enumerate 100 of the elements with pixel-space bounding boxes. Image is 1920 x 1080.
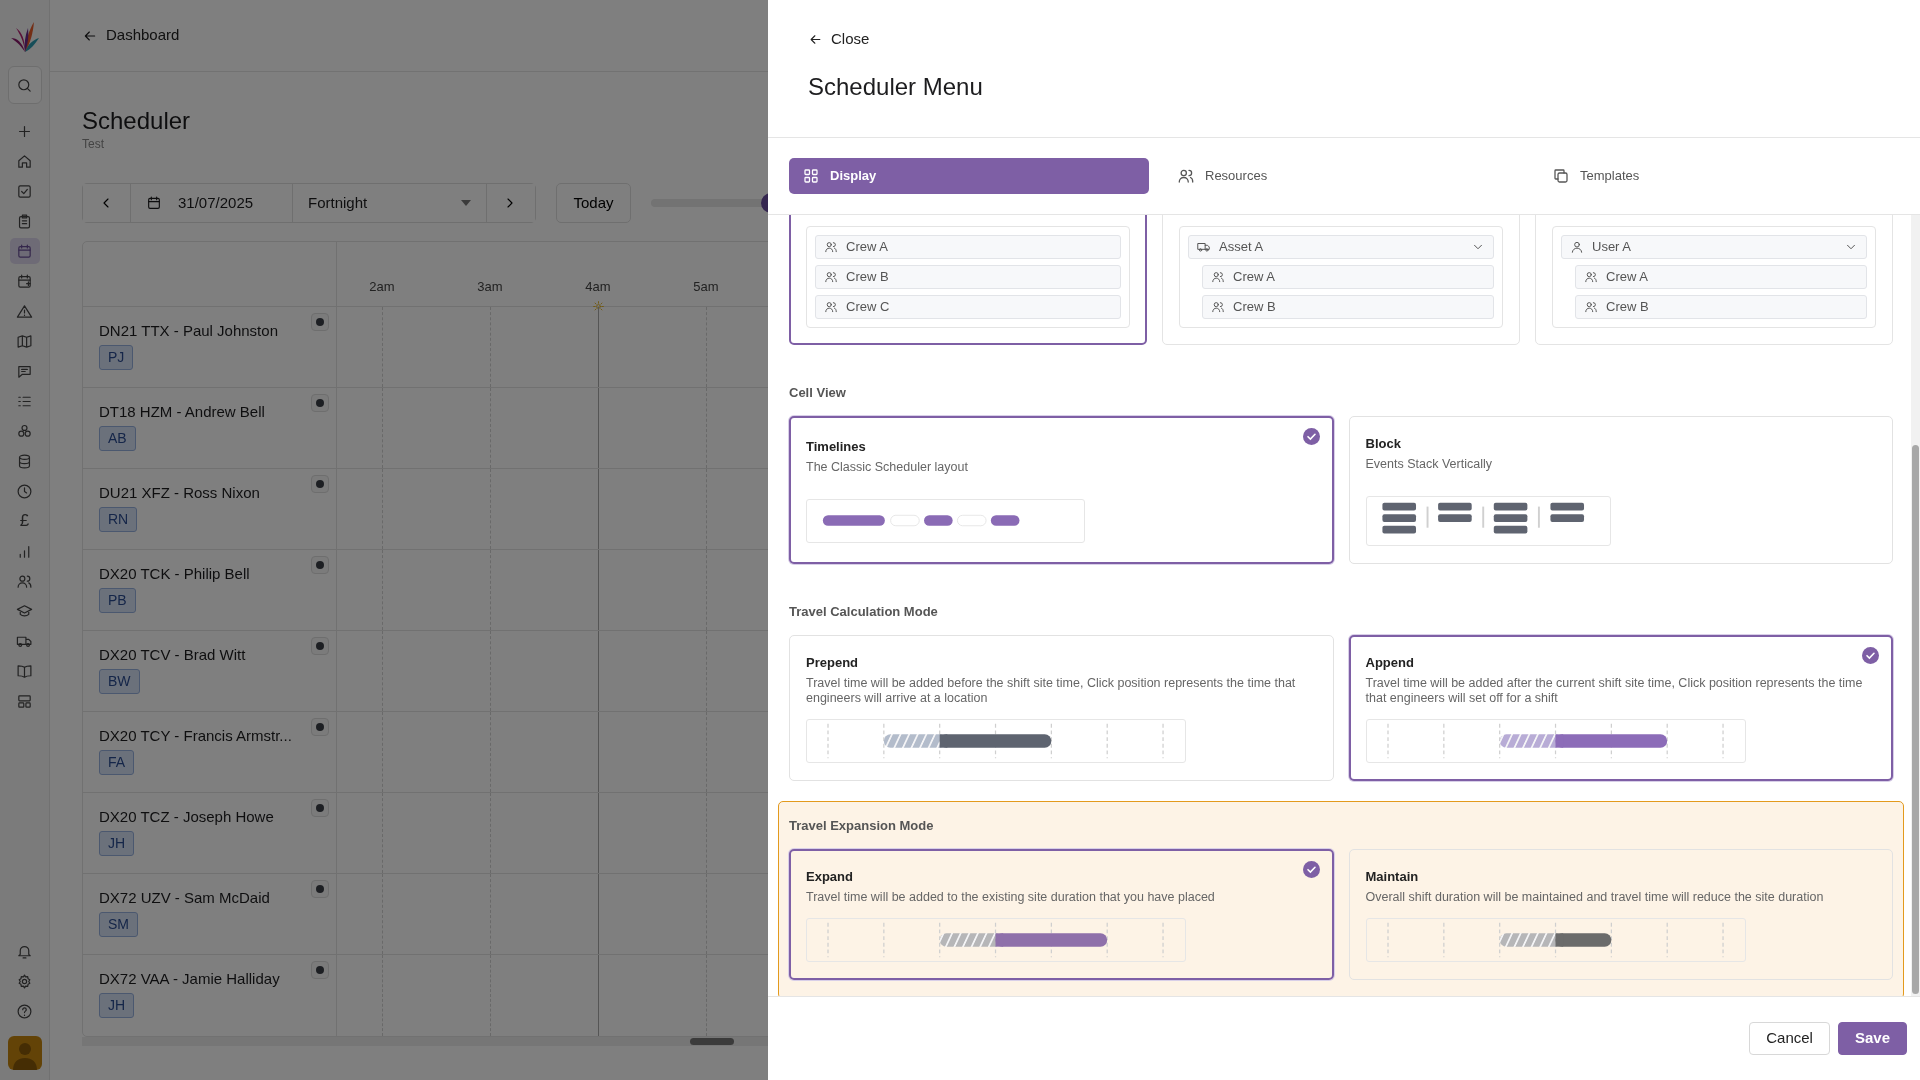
calendar-plus-icon (16, 272, 33, 290)
resource-name: DU21 XFZ - Ross Nixon (99, 483, 260, 503)
hour-label: 3am (476, 277, 504, 296)
caret-icon (461, 200, 471, 206)
initials-badge: FA (99, 750, 135, 775)
status-dot-button[interactable] (311, 961, 329, 979)
section-label: Cell View (789, 384, 847, 402)
resource-name: DX20 TCZ - Joseph Howe (99, 807, 274, 827)
grouping-option-card[interactable]: Asset A Crew A Crew B (1162, 215, 1520, 345)
copy-icon (1552, 167, 1570, 185)
status-dot-button[interactable] (311, 556, 329, 574)
page-title: Scheduler (82, 106, 192, 135)
hour-label: 4am (584, 277, 612, 296)
option-title: Prepend (806, 653, 858, 672)
scrollbar-thumb[interactable] (1912, 445, 1919, 994)
option-description: Travel time will be added before the shift site time, Click position represents the time that engineers will arrive at a location (806, 676, 1297, 706)
option-description: The Classic Scheduler layout (806, 460, 969, 475)
today-button[interactable]: Today (556, 183, 631, 223)
page-subtitle: Test (82, 136, 105, 153)
users-icon (1584, 270, 1598, 284)
warning-icon (16, 302, 33, 320)
option-title: Block (1365, 434, 1401, 453)
initials-badge: PB (99, 588, 136, 613)
sun-icon (592, 300, 605, 313)
home-icon (16, 152, 33, 170)
grouping-option-card[interactable]: User A Crew A Crew B (1535, 215, 1893, 345)
option-card[interactable]: Prepend Travel time will be added before the shift site time, Click position represents the time that engineers will arrive at a location (789, 634, 1334, 781)
sidebar-item[interactable] (7, 66, 42, 104)
option-title: Expand (806, 867, 853, 886)
section-label: Travel Expansion Mode (789, 817, 935, 835)
tab[interactable]: Templates (1539, 158, 1899, 194)
option-description: Overall shift duration will be maintained and travel time will reduce the site duration (1365, 890, 1825, 905)
resource-name: DX20 TCV - Brad Witt (99, 645, 246, 665)
initials-badge: JH (99, 993, 135, 1018)
cancel-button[interactable]: Cancel (1749, 1022, 1830, 1055)
option-description: Travel time will be added after the current shift site time, Click position represents the time that engineers will set off for a shift (1365, 676, 1864, 706)
save-button[interactable]: Save (1837, 1022, 1907, 1055)
resource-name: DN21 TTX - Paul Johnston (99, 321, 278, 341)
option-card[interactable]: Block Events Stack Vertically (1348, 415, 1893, 564)
sidebar-item[interactable]: £ (9, 508, 40, 534)
status-dot-button[interactable] (311, 313, 329, 331)
option-card[interactable]: Expand Travel time will be added to the existing site duration that you have placed (789, 848, 1334, 980)
option-description: Travel time will be added to the existing site duration that you have placed (806, 890, 1216, 905)
sidebar-item[interactable] (9, 238, 40, 264)
users-icon (1211, 270, 1225, 284)
search-icon (16, 76, 33, 94)
circles-icon (16, 422, 33, 440)
status-dot-button[interactable] (311, 799, 329, 817)
option-card[interactable]: Append Travel time will be added after the current shift site time, Click position represents the time that engineers will set off for a shift (1348, 634, 1893, 781)
row-label: Crew A (1606, 268, 1649, 287)
row-label: User A (1592, 238, 1632, 257)
row-label: Crew B (1606, 298, 1650, 317)
status-dot-button[interactable] (311, 637, 329, 655)
initials-badge: PJ (99, 345, 134, 370)
status-dot-button[interactable] (311, 880, 329, 898)
status-dot-button[interactable] (311, 475, 329, 493)
row-label: Crew B (1233, 298, 1277, 317)
close-link[interactable]: Close (831, 28, 870, 51)
users-icon (1177, 167, 1195, 185)
layout-icon (16, 692, 33, 710)
option-title: Append (1365, 653, 1414, 672)
settings-icon (16, 972, 33, 990)
option-card[interactable]: Timelines The Classic Scheduler layout (789, 415, 1334, 564)
initials-badge: BW (99, 669, 140, 694)
initials-badge: SM (99, 912, 138, 937)
map-icon (16, 332, 33, 350)
status-dot-button[interactable] (311, 718, 329, 736)
users-icon (824, 300, 838, 314)
calendar-icon (16, 242, 33, 260)
option-description: Events Stack Vertically (1365, 457, 1493, 472)
scrollbar-thumb[interactable] (690, 1038, 734, 1045)
calendar-icon (146, 195, 162, 211)
avatar[interactable] (7, 1036, 42, 1070)
database-icon (16, 452, 33, 470)
book-icon (16, 662, 33, 680)
resource-name: DX20 TCY - Francis Armstr... (99, 726, 292, 746)
initials-badge: AB (99, 426, 136, 451)
truck-icon (1197, 240, 1211, 254)
section-label: Travel Calculation Mode (789, 603, 939, 621)
graduation-cap-icon (16, 602, 33, 620)
user-icon (1570, 240, 1584, 254)
row-label: Crew C (846, 298, 891, 317)
option-card[interactable]: Maintain Overall shift duration will be maintained and travel time will reduce the site duration (1348, 848, 1893, 980)
check-icon (1302, 427, 1320, 445)
back-link[interactable]: Dashboard (106, 24, 180, 47)
help-icon (16, 1002, 33, 1020)
users-icon (824, 240, 838, 254)
status-dot-button[interactable] (311, 394, 329, 412)
tab[interactable]: Resources (1164, 158, 1524, 194)
tab[interactable]: Display (789, 158, 1149, 194)
row-label: Crew A (1233, 268, 1276, 287)
users-icon (1584, 300, 1598, 314)
clock-icon (16, 482, 33, 500)
grouping-option-card[interactable]: Crew A Crew B Crew C (789, 215, 1147, 345)
row-label: Crew A (846, 238, 889, 257)
users-icon (1211, 300, 1225, 314)
users-icon (824, 270, 838, 284)
hour-label: 2am (368, 277, 396, 296)
check-icon (1302, 860, 1320, 878)
resource-name: DT18 HZM - Andrew Bell (99, 402, 265, 422)
